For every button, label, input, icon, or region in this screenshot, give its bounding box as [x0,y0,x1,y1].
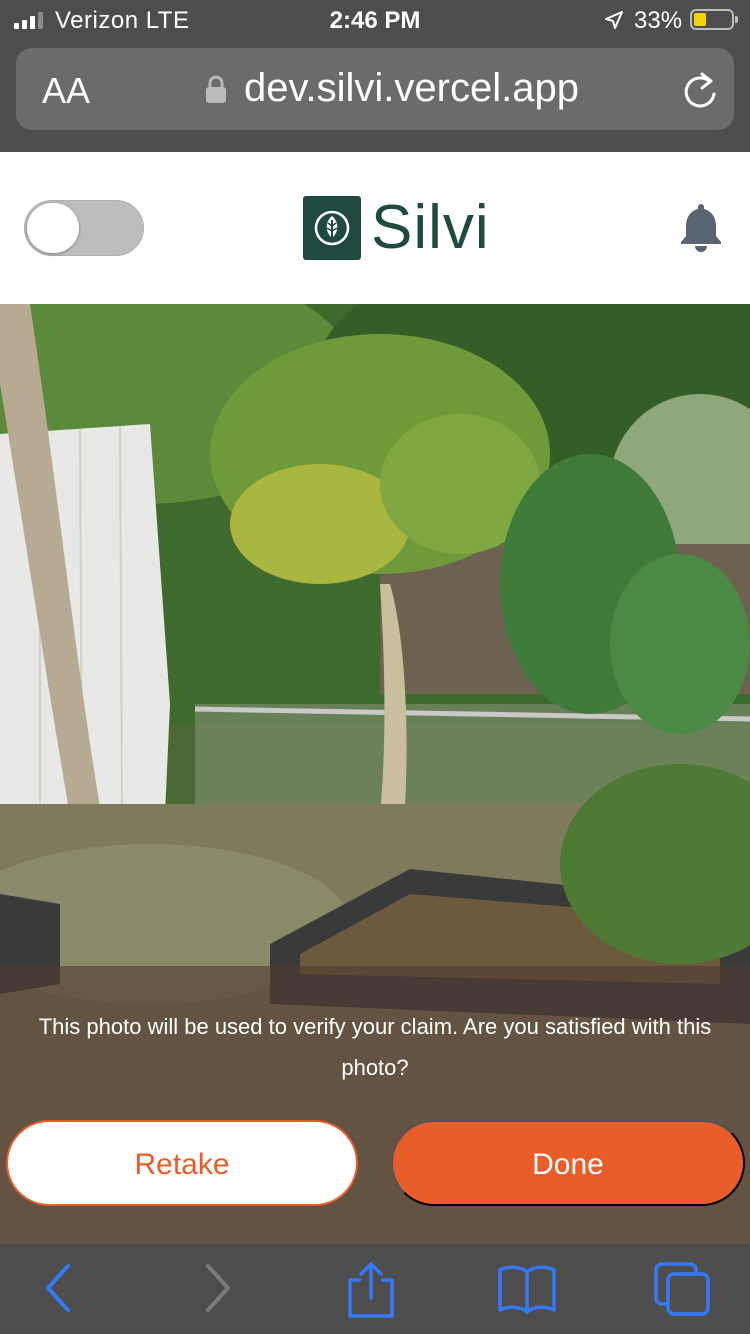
confirm-dialog: This photo will be used to verify your c… [0,966,750,1244]
tabs-icon[interactable] [652,1260,714,1318]
share-icon[interactable] [344,1260,398,1320]
address-bar[interactable]: AA dev.silvi.vercel.app [16,48,734,130]
reload-icon[interactable] [680,68,720,112]
mode-toggle[interactable] [24,200,144,256]
logo-text: Silvi [371,193,490,262]
retake-button[interactable]: Retake [6,1120,358,1206]
app-header: Silvi [0,152,750,304]
leaf-logo-icon [303,196,361,260]
done-button[interactable]: Done [391,1120,745,1206]
toggle-knob [27,203,79,253]
location-arrow-icon [605,11,623,29]
bookmarks-icon[interactable] [496,1260,558,1316]
browser-toolbar [0,1244,750,1334]
browser-address-area: AA dev.silvi.vercel.app [0,40,750,152]
battery-percent: 33% [634,7,683,34]
lock-icon [206,75,226,103]
bell-icon[interactable] [676,200,726,256]
forward-icon[interactable] [198,1260,238,1316]
silvi-logo: Silvi [303,196,490,260]
status-bar: Verizon LTE 2:46 PM 33% [0,0,750,40]
url-text[interactable]: dev.silvi.vercel.app [244,66,579,111]
battery-icon [690,9,738,30]
back-icon[interactable] [38,1260,78,1316]
text-size-button[interactable]: AA [42,70,90,112]
confirm-message: This photo will be used to verify your c… [38,1014,712,1080]
